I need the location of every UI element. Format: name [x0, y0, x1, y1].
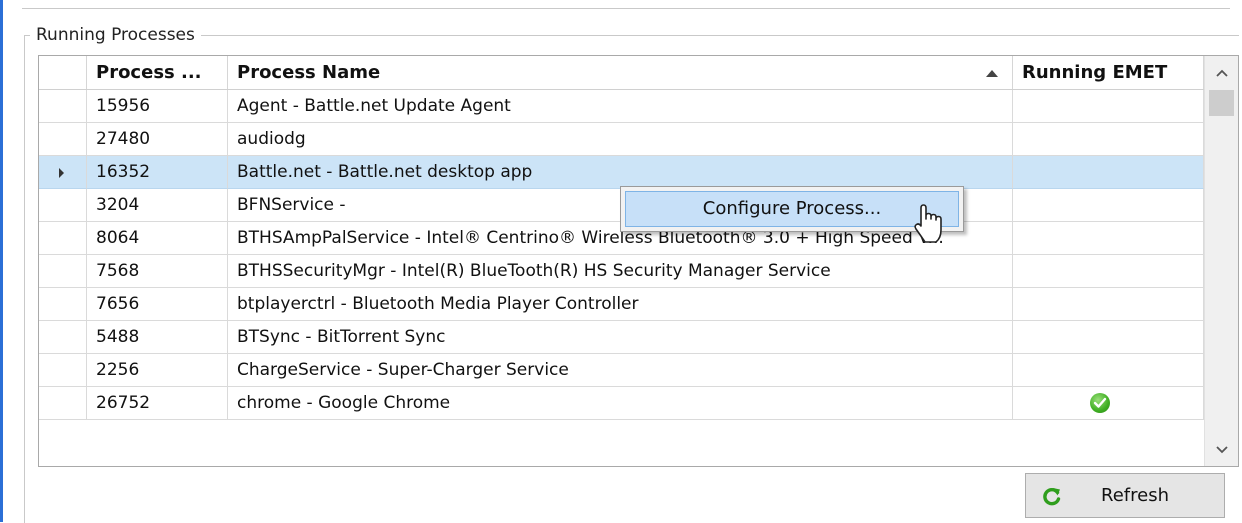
pid-cell[interactable]: 8064 — [87, 222, 228, 255]
process-name-cell[interactable]: Battle.net - Battle.net desktop app — [228, 156, 1013, 189]
separator-line — [22, 8, 1230, 9]
process-name-cell[interactable]: BTHSSecurityMgr - Intel(R) BlueTooth(R) … — [228, 255, 1013, 288]
row-header-cell[interactable] — [39, 222, 87, 255]
pid-cell[interactable]: 27480 — [87, 123, 228, 156]
table-row[interactable]: 27480 audiodg — [39, 123, 1204, 156]
column-header-running-emet[interactable]: Running EMET — [1013, 56, 1204, 89]
running-emet-cell[interactable] — [1013, 321, 1204, 354]
row-header-cell[interactable] — [39, 354, 87, 387]
running-emet-cell[interactable] — [1013, 387, 1204, 420]
process-name-cell[interactable]: audiodg — [228, 123, 1013, 156]
process-name-cell[interactable]: chrome - Google Chrome — [228, 387, 1013, 420]
table-row[interactable]: 2256 ChargeService - Super-Charger Servic… — [39, 354, 1204, 387]
table-row[interactable]: 7656 btplayerctrl - Bluetooth Media Playe… — [39, 288, 1204, 321]
running-emet-cell[interactable] — [1013, 189, 1204, 222]
process-table[interactable]: Process ... Process Name Running EMET 15… — [38, 55, 1239, 467]
window-left-border — [0, 0, 3, 522]
group-title: Running Processes — [30, 24, 201, 46]
row-header-cell[interactable] — [39, 90, 87, 123]
vertical-scrollbar[interactable] — [1204, 56, 1238, 466]
table-row[interactable]: 15956 Agent - Battle.net Update Agent — [39, 90, 1204, 123]
pid-cell[interactable]: 7568 — [87, 255, 228, 288]
running-emet-cell[interactable] — [1013, 156, 1204, 189]
column-header-process-name[interactable]: Process Name — [228, 56, 1013, 89]
process-name-cell[interactable]: BTSync - BitTorrent Sync — [228, 321, 1013, 354]
row-header-cell[interactable] — [39, 189, 87, 222]
pid-cell[interactable]: 2256 — [87, 354, 228, 387]
table-row[interactable]: 26752 chrome - Google Chrome — [39, 387, 1204, 420]
process-name-cell[interactable]: ChargeService - Super-Charger Service — [228, 354, 1013, 387]
table-row[interactable]: 7568 BTHSSecurityMgr - Intel(R) BlueTooth… — [39, 255, 1204, 288]
running-emet-cell[interactable] — [1013, 222, 1204, 255]
menu-item-configure-process[interactable]: Configure Process... — [625, 191, 959, 227]
row-header-cell[interactable] — [39, 321, 87, 354]
chevron-up-icon[interactable] — [1205, 56, 1238, 89]
running-emet-cell[interactable] — [1013, 255, 1204, 288]
sort-ascending-icon — [986, 70, 998, 77]
scrollbar-thumb[interactable] — [1209, 90, 1234, 116]
pid-cell[interactable]: 15956 — [87, 90, 228, 123]
column-header-pid[interactable]: Process ... — [87, 56, 228, 89]
row-header-cell[interactable] — [39, 288, 87, 321]
table-row[interactable]: 5488 BTSync - BitTorrent Sync — [39, 321, 1204, 354]
mouse-cursor-hand-icon — [914, 204, 942, 243]
column-header-process-name-label: Process Name — [237, 62, 381, 83]
refresh-label: Refresh — [1101, 485, 1169, 506]
chevron-down-icon[interactable] — [1205, 433, 1238, 466]
pid-cell[interactable]: 7656 — [87, 288, 228, 321]
table-row[interactable]: 16352 Battle.net - Battle.net desktop app — [39, 156, 1204, 189]
pid-cell[interactable]: 26752 — [87, 387, 228, 420]
current-row-indicator-icon — [59, 168, 64, 178]
table-header: Process ... Process Name Running EMET — [39, 56, 1204, 90]
pid-cell[interactable]: 3204 — [87, 189, 228, 222]
pid-cell[interactable]: 16352 — [87, 156, 228, 189]
refresh-button[interactable]: Refresh — [1025, 473, 1225, 518]
running-emet-cell[interactable] — [1013, 123, 1204, 156]
running-emet-cell[interactable] — [1013, 354, 1204, 387]
process-name-cell[interactable]: Agent - Battle.net Update Agent — [228, 90, 1013, 123]
row-header-cell[interactable] — [39, 123, 87, 156]
running-emet-cell[interactable] — [1013, 288, 1204, 321]
checkmark-circle-icon — [1090, 393, 1110, 413]
row-header-corner — [39, 56, 87, 89]
row-header-cell[interactable] — [39, 255, 87, 288]
row-header-cell[interactable] — [39, 387, 87, 420]
process-name-cell[interactable]: btplayerctrl - Bluetooth Media Player Co… — [228, 288, 1013, 321]
running-emet-cell[interactable] — [1013, 90, 1204, 123]
row-header-cell[interactable] — [39, 156, 87, 189]
pid-cell[interactable]: 5488 — [87, 321, 228, 354]
